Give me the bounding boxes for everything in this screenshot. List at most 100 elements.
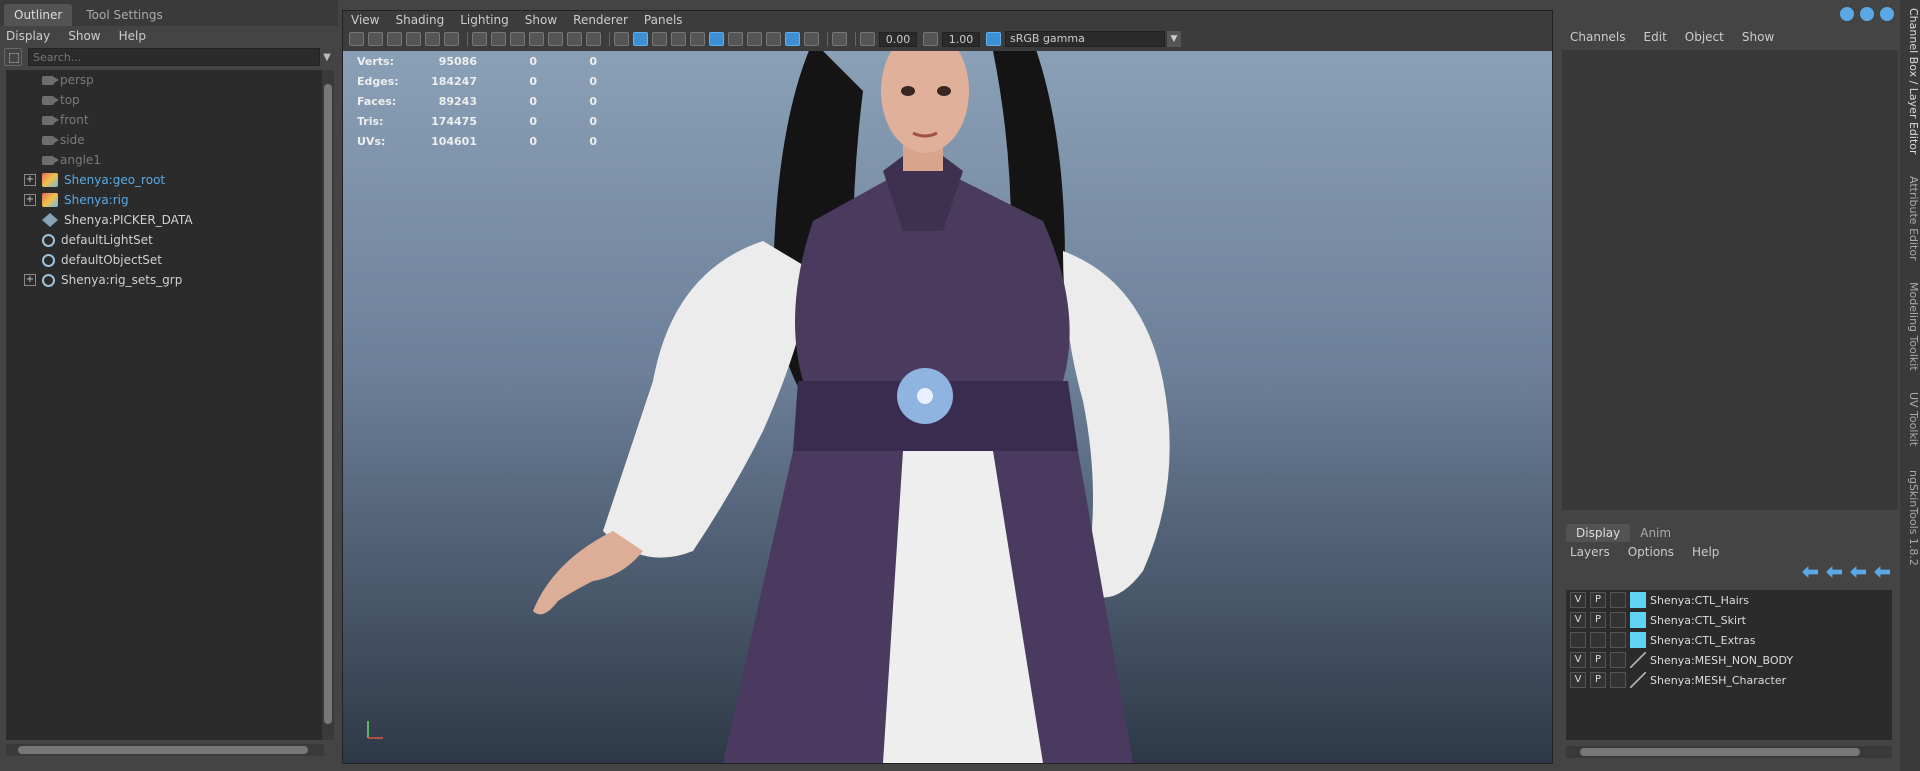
xray-icon[interactable] [728, 32, 743, 46]
search-input[interactable] [28, 48, 320, 66]
tab-uv-toolkit[interactable]: UV Toolkit [1900, 392, 1920, 446]
2d-pan-zoom-icon[interactable] [425, 32, 440, 46]
menu-show[interactable]: Show [68, 29, 100, 43]
shadows-icon[interactable] [709, 32, 724, 46]
menu-show[interactable]: Show [525, 13, 557, 27]
gamma-field[interactable]: 1.00 [942, 31, 980, 47]
visibility-toggle[interactable]: V [1570, 592, 1586, 608]
menu-options[interactable]: Options [1628, 545, 1674, 559]
menu-lighting[interactable]: Lighting [460, 13, 509, 27]
use-all-lights-icon[interactable] [690, 32, 705, 46]
film-gate-icon[interactable] [491, 32, 506, 46]
tab-attribute-editor[interactable]: Attribute Editor [1900, 176, 1920, 261]
visibility-toggle[interactable]: V [1570, 672, 1586, 688]
colorspace-select[interactable]: sRGB gamma [1005, 31, 1165, 47]
outliner-item[interactable]: persp [6, 70, 324, 90]
menu-edit[interactable]: Edit [1644, 30, 1667, 44]
textured-icon[interactable] [671, 32, 686, 46]
wireframe-icon[interactable] [614, 32, 629, 46]
gate-mask-icon[interactable] [529, 32, 544, 46]
tab-channel-box-layer-editor[interactable]: Channel Box / Layer Editor [1900, 8, 1920, 155]
exposure-field[interactable]: 0.00 [879, 31, 917, 47]
layer-row[interactable]: V P Shenya:CTL_Skirt [1566, 610, 1892, 630]
scroll-thumb[interactable] [18, 746, 308, 754]
layer-row[interactable]: V P Shenya:MESH_Character [1566, 670, 1892, 690]
create-layer-from-selection-icon[interactable] [1874, 566, 1890, 578]
isolate-select-icon[interactable] [804, 32, 819, 46]
playback-toggle[interactable]: P [1590, 592, 1606, 608]
outliner-item[interactable]: angle1 [6, 150, 324, 170]
outliner-item[interactable]: defaultLightSet [6, 230, 324, 250]
menu-object[interactable]: Object [1685, 30, 1724, 44]
expand-icon[interactable]: + [24, 174, 36, 186]
layer-color-swatch[interactable] [1630, 612, 1646, 628]
playback-toggle[interactable]: P [1590, 612, 1606, 628]
menu-panels[interactable]: Panels [644, 13, 683, 27]
display-type-toggle[interactable] [1610, 612, 1626, 628]
xray-joints-icon[interactable] [832, 32, 847, 46]
outliner-item[interactable]: top [6, 90, 324, 110]
anti-aliasing-icon[interactable] [785, 32, 800, 46]
layer-color-swatch[interactable] [1630, 632, 1646, 648]
ambient-occlusion-icon[interactable] [747, 32, 762, 46]
menu-show[interactable]: Show [1742, 30, 1774, 44]
outliner-item[interactable]: Shenya:PICKER_DATA [6, 210, 324, 230]
channel-list[interactable] [1562, 50, 1898, 510]
scroll-thumb[interactable] [324, 84, 332, 724]
grease-pencil-icon[interactable] [444, 32, 459, 46]
tab-modeling-toolkit[interactable]: Modeling Toolkit [1900, 282, 1920, 371]
manipulator-icon[interactable] [1840, 7, 1854, 21]
exposure-icon[interactable] [860, 32, 875, 46]
outliner-item[interactable]: front [6, 110, 324, 130]
display-type-toggle[interactable] [1610, 632, 1626, 648]
layer-row[interactable]: V P Shenya:CTL_Hairs [1566, 590, 1892, 610]
3d-scene-view[interactable]: Verts: 95086 0 0 Edges: 184247 0 0 Faces: 89243 0 0… [343, 51, 1552, 763]
outliner-item[interactable]: side [6, 130, 324, 150]
display-type-toggle[interactable] [1610, 592, 1626, 608]
tab-tool-settings[interactable]: Tool Settings [76, 4, 172, 26]
menu-help[interactable]: Help [119, 29, 146, 43]
outliner-item[interactable]: + Shenya:geo_root [6, 170, 324, 190]
smooth-shade-icon[interactable] [633, 32, 648, 46]
resolution-gate-icon[interactable] [510, 32, 525, 46]
select-camera-icon[interactable] [349, 32, 364, 46]
expand-icon[interactable]: + [24, 274, 36, 286]
hyperbolic-icon[interactable] [1880, 7, 1894, 21]
safe-action-icon[interactable] [567, 32, 582, 46]
image-plane-icon[interactable] [406, 32, 421, 46]
visibility-toggle[interactable] [1570, 632, 1586, 648]
tab-anim[interactable]: Anim [1630, 524, 1681, 542]
menu-layers[interactable]: Layers [1570, 545, 1610, 559]
wireframe-on-shaded-icon[interactable] [652, 32, 667, 46]
gamma-icon[interactable] [923, 32, 938, 46]
camera-attributes-icon[interactable] [368, 32, 383, 46]
menu-display[interactable]: Display [6, 29, 50, 43]
tab-outliner[interactable]: Outliner [4, 4, 73, 26]
menu-view[interactable]: View [351, 13, 379, 27]
chevron-down-icon[interactable]: ▼ [1167, 31, 1181, 47]
motion-blur-icon[interactable] [766, 32, 781, 46]
speed-icon[interactable] [1860, 7, 1874, 21]
display-type-toggle[interactable] [1610, 672, 1626, 688]
grid-icon[interactable] [472, 32, 487, 46]
outliner-item[interactable]: defaultObjectSet [6, 250, 324, 270]
create-empty-layer-icon[interactable] [1850, 566, 1866, 578]
expand-icon[interactable]: + [24, 194, 36, 206]
layer-row[interactable]: V P Shenya:MESH_NON_BODY [1566, 650, 1892, 670]
layer-no-color-icon[interactable] [1630, 652, 1646, 668]
display-type-toggle[interactable] [1610, 652, 1626, 668]
move-layer-up-icon[interactable] [1802, 566, 1818, 578]
tab-display[interactable]: Display [1566, 524, 1631, 542]
search-dropdown-icon[interactable]: ▼ [320, 52, 334, 63]
layer-no-color-icon[interactable] [1630, 672, 1646, 688]
menu-channels[interactable]: Channels [1570, 30, 1626, 44]
field-chart-icon[interactable] [548, 32, 563, 46]
playback-toggle[interactable]: P [1590, 652, 1606, 668]
visibility-toggle[interactable]: V [1570, 652, 1586, 668]
color-management-icon[interactable] [986, 32, 1001, 46]
tab-ngskintools[interactable]: ngSkinTools 1.8.2 [1900, 470, 1920, 566]
safe-title-icon[interactable] [586, 32, 601, 46]
playback-toggle[interactable]: P [1590, 672, 1606, 688]
scroll-thumb[interactable] [1580, 748, 1860, 756]
select-filter-icon[interactable] [4, 48, 22, 66]
